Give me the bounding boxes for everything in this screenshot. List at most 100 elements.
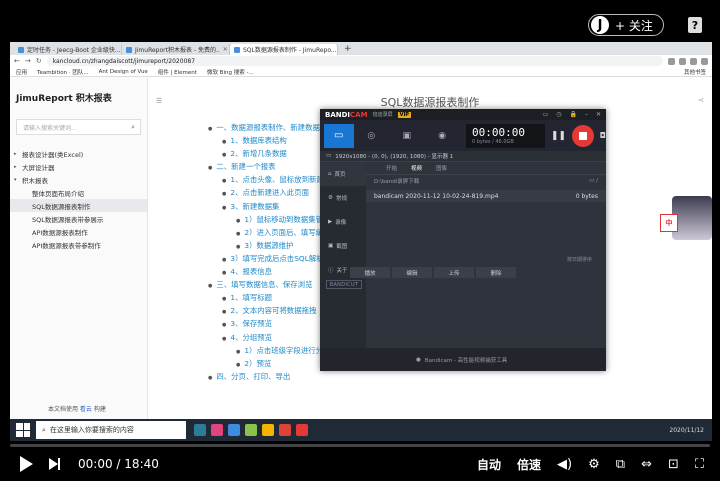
bullet-icon: ● xyxy=(222,139,227,146)
lock-icon[interactable]: 🔒 xyxy=(569,111,576,118)
bandicam-nav-item[interactable]: ▶ 录像 xyxy=(320,210,366,234)
nav-label: 首页 xyxy=(334,172,346,178)
close-tab-icon[interactable]: ✕ xyxy=(223,46,228,53)
bandicam-icon[interactable] xyxy=(296,424,308,436)
other-bookmarks[interactable]: 其他书签 xyxy=(684,68,706,76)
sidebar-item[interactable]: ▸ 报表设计器(类Excel) xyxy=(10,147,147,160)
footer-text: Bandicam - 高性能视频捕获工具 xyxy=(424,357,508,364)
screen-mode-button[interactable]: ▭ xyxy=(324,123,354,148)
bandicam-nav-item[interactable]: ⚙ 常规 xyxy=(320,186,366,210)
game-mode-button[interactable]: ◎ xyxy=(354,124,389,148)
app-icon[interactable] xyxy=(194,424,206,436)
bookmark-item[interactable]: Teambition · 团队... xyxy=(37,68,89,76)
quality-button[interactable]: 自动 xyxy=(477,456,501,473)
sidebar-item[interactable]: SQL数据源报表带参展示 xyxy=(10,212,147,225)
widescreen-icon[interactable]: ⇔ xyxy=(641,457,652,472)
share-icon[interactable]: ⋖ xyxy=(698,96,704,104)
volume-icon[interactable]: ◀) xyxy=(557,457,572,472)
pip-icon[interactable]: ⧉ xyxy=(616,457,625,472)
app-icon[interactable] xyxy=(245,424,257,436)
browser-tab[interactable]: 定时任务 - Jeecg-Boot 企业级快...✕ xyxy=(14,44,122,55)
bullet-icon: ● xyxy=(222,256,227,263)
search-icon[interactable]: ⌕ xyxy=(131,123,135,132)
reload-icon[interactable]: ↻ xyxy=(36,57,42,65)
help-icon[interactable]: ? xyxy=(688,17,702,33)
bandicam-logo: BANDICAM xyxy=(325,111,368,119)
file-action-button[interactable]: 上传 xyxy=(434,267,474,278)
sort-by-date-label[interactable]: 按日期排序 xyxy=(567,256,592,263)
speed-button[interactable]: 倍速 xyxy=(517,456,541,473)
toc-label: 1）点击班级字段进行分组 xyxy=(244,345,331,355)
sidebar-item[interactable]: ▾ 积木报表 xyxy=(10,173,147,186)
output-tab[interactable]: 视频 xyxy=(411,164,422,172)
app-icon[interactable] xyxy=(228,424,240,436)
file-row[interactable]: bandicam 2020-11-12 10-02-24-819.mp4 0 b… xyxy=(366,190,606,202)
output-tab[interactable]: 图像 xyxy=(436,164,447,172)
file-action-button[interactable]: 删除 xyxy=(476,267,516,278)
sidebar-item-label: SQL数据源报表带参展示 xyxy=(32,215,104,224)
doc-search-input[interactable]: 请输入搜索关键词... ⌕ xyxy=(16,119,141,135)
extension-icon[interactable] xyxy=(690,57,697,65)
output-tab[interactable]: 开始 xyxy=(386,164,397,172)
bandicam-window: BANDICAM 班迪录屏 VIP ▭ ◷ 🔒 – ✕ ▭ ◎ ▣ ◉ 00:0… xyxy=(320,109,606,371)
bookmark-item[interactable]: 微软 Bing 搜索 -... xyxy=(207,68,254,76)
app-icon[interactable] xyxy=(211,424,223,436)
expand-icon[interactable]: ▸ xyxy=(14,164,22,170)
back-icon[interactable]: ← xyxy=(14,57,20,65)
file-action-button[interactable]: 播放 xyxy=(350,267,390,278)
kancloud-link[interactable]: 看云 xyxy=(80,406,92,413)
bandicut-button[interactable]: BANDICUT xyxy=(326,280,362,289)
windows-start-icon[interactable] xyxy=(16,423,30,437)
file-action-button[interactable]: 编辑 xyxy=(392,267,432,278)
stop-record-button[interactable] xyxy=(571,124,594,147)
sidebar-item[interactable]: 整体页面布局介绍 xyxy=(10,186,147,199)
browser-tab[interactable]: SQL数据源报表制作 - JimuRepo...✕ xyxy=(230,44,338,55)
folder-icon[interactable] xyxy=(262,424,274,436)
bandicam-nav-item[interactable]: ⌂ 首页 xyxy=(320,162,366,186)
chrome-icon[interactable] xyxy=(279,424,291,436)
folder-icon[interactable]: ▭ xyxy=(543,111,549,118)
new-tab-button[interactable]: + xyxy=(338,44,358,55)
pause-icon[interactable]: ❚❚ xyxy=(551,131,566,141)
sidebar-item[interactable]: ▸ 大屏设计器 xyxy=(10,160,147,173)
sidebar-item[interactable]: SQL数据源报表制作 xyxy=(10,199,147,212)
footer-text: 本文档使用 xyxy=(48,406,80,413)
follow-label: + 关注 xyxy=(615,18,653,33)
sidebar-item[interactable]: API数据源报表制作 xyxy=(10,225,147,238)
stop-icon xyxy=(578,131,587,140)
extension-icon[interactable] xyxy=(679,57,686,65)
device-mode-button[interactable]: ▣ xyxy=(389,124,424,148)
play-button[interactable] xyxy=(20,456,33,472)
bullet-icon: ● xyxy=(222,309,227,316)
minimize-icon[interactable]: – xyxy=(585,111,588,118)
bookmark-item[interactable]: Ant Design of Vue xyxy=(99,69,148,75)
bandicam-nav: ⌂ 首页 ⚙ 常规 ▶ 录像 ▣ 截图 ⓘ 关于 xyxy=(320,162,366,348)
toc-link[interactable]: ● 四、分页、打印、导出 xyxy=(208,371,608,384)
web-fullscreen-icon[interactable]: ⊡ xyxy=(668,457,679,472)
follow-button[interactable]: J + 关注 xyxy=(588,14,664,36)
close-icon[interactable]: ✕ xyxy=(596,111,601,118)
profile-icon[interactable] xyxy=(701,57,708,65)
clock-icon[interactable]: ◷ xyxy=(556,111,561,118)
toc-label: 3）数据源维护 xyxy=(244,240,294,250)
expand-icon[interactable]: ▸ xyxy=(14,151,22,157)
bandicam-nav-item[interactable]: ▣ 截图 xyxy=(320,234,366,258)
vip-badge[interactable]: VIP xyxy=(397,111,411,118)
bookmark-item[interactable]: 组件 | Element xyxy=(158,68,197,76)
browser-tab[interactable]: JimuReport积木报表 - 免费的.. ✕ xyxy=(122,44,230,55)
settings-icon[interactable]: ⚙ xyxy=(588,457,600,472)
bandicam-small-icon: ● xyxy=(416,356,421,363)
camera-icon[interactable]: ◘ xyxy=(600,131,606,140)
webcam-button[interactable]: ◉ xyxy=(425,124,460,148)
extension-icon[interactable] xyxy=(668,57,675,65)
open-folder-icon[interactable]: ▭ / xyxy=(589,178,598,184)
expand-icon[interactable]: ▾ xyxy=(14,177,22,183)
forward-icon[interactable]: → xyxy=(25,57,31,65)
bookmark-item[interactable]: 应用 xyxy=(16,68,27,76)
fullscreen-icon[interactable]: ⛶ xyxy=(695,457,704,472)
sidebar-item[interactable]: API数据源报表带参制作 xyxy=(10,238,147,251)
taskbar-search-input[interactable]: ⌕ 在这里输入你要搜索的内容 xyxy=(36,421,186,439)
url-bar[interactable]: kancloud.cn/zhangdaiscott/jimureport/202… xyxy=(46,56,663,66)
next-button[interactable] xyxy=(49,458,60,470)
browser-tab-strip: 定时任务 - Jeecg-Boot 企业级快...✕JimuReport积木报表… xyxy=(10,42,712,55)
